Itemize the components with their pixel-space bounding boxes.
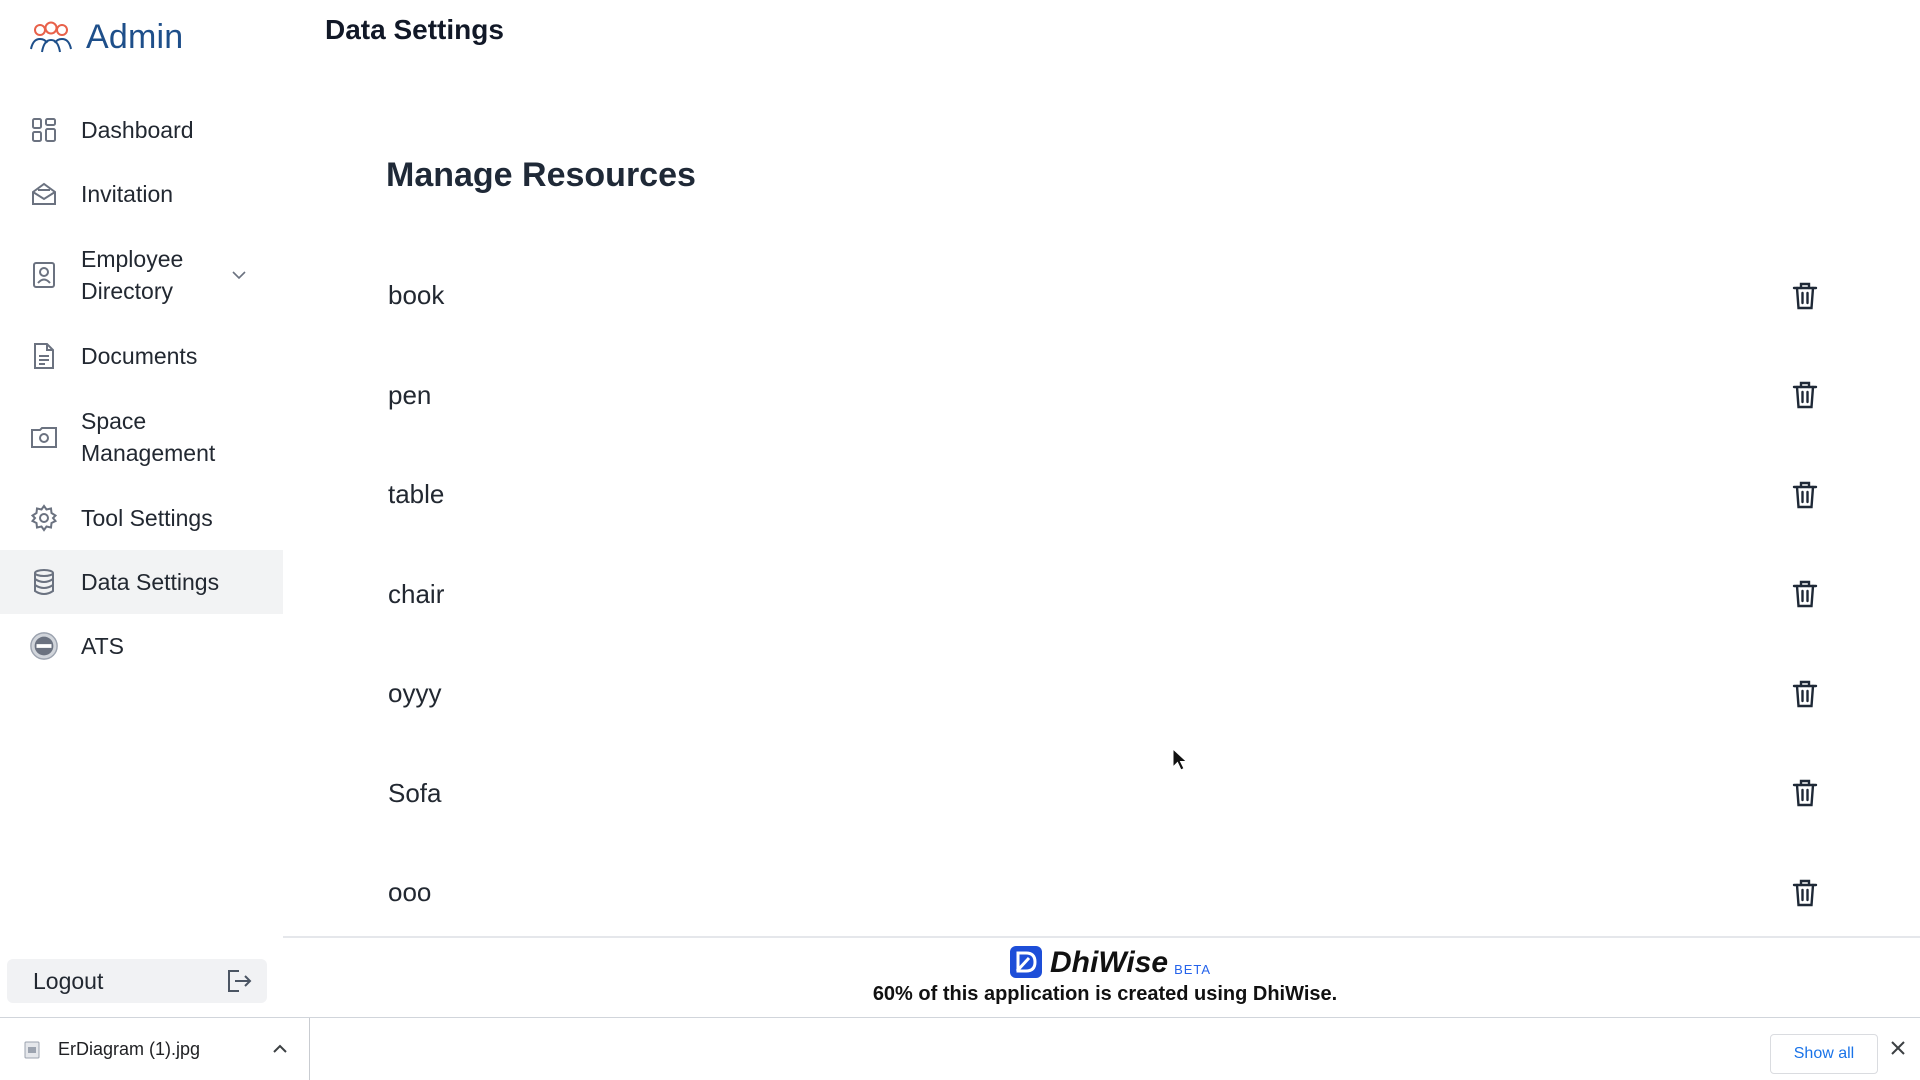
sidebar-item-tool-settings[interactable]: Tool Settings [0,486,283,550]
resource-row: oyyy [388,644,1828,744]
sidebar-nav: Dashboard Invitation Employee Directory … [0,98,283,678]
resource-row: book [388,246,1828,346]
sidebar-item-employee-directory[interactable]: Employee Directory [0,226,283,324]
dhiwise-logo-icon [1010,946,1042,978]
resource-name: Sofa [388,777,442,808]
sidebar-item-label: ATS [81,633,125,659]
sidebar-item-data-settings[interactable]: Data Settings [0,550,283,614]
beta-badge: BETA [1174,962,1212,977]
trash-icon[interactable] [1790,280,1820,312]
resource-row: Sofa [388,744,1828,844]
trash-icon[interactable] [1790,479,1820,511]
resource-row: ooo [388,843,1828,943]
footer-divider [283,936,1920,938]
section-title: Manage Resources [386,156,696,194]
page-title: Data Settings [325,14,504,45]
sidebar-item-label: Tool Settings [81,505,213,531]
resource-row: table [388,445,1828,545]
resource-name: ooo [388,877,432,908]
resource-name: pen [388,379,432,410]
envelope-open-icon [29,179,59,209]
brand[interactable]: Admin [28,18,183,57]
trash-icon[interactable] [1790,578,1820,610]
sidebar-item-ats[interactable]: ATS [0,614,283,678]
sidebar-item-invitation[interactable]: Invitation [0,162,283,226]
document-icon [29,341,59,371]
sidebar-item-label: Space Management [81,408,216,466]
sidebar: Admin Dashboard Invitation Employee Dire… [0,0,283,1017]
grid-icon [29,115,59,145]
image-file-icon [24,1041,40,1058]
resource-name: table [388,479,445,510]
id-badge-icon [29,260,59,290]
sidebar-item-label: Invitation [81,181,174,207]
close-icon[interactable] [1890,1040,1906,1061]
show-all-button[interactable]: Show all [1770,1034,1878,1074]
chevron-down-icon[interactable] [232,266,246,284]
resource-name: chair [388,578,445,609]
mouse-cursor-icon [1172,748,1188,771]
sidebar-item-label: Documents [81,343,198,369]
trash-icon[interactable] [1790,379,1820,411]
chevron-up-icon[interactable] [273,1040,287,1058]
sidebar-item-documents[interactable]: Documents [0,324,283,388]
sidebar-item-label: Dashboard [81,117,194,143]
resource-name: book [388,280,445,311]
resource-row: chair [388,545,1828,645]
sidebar-item-label: Employee Directory [81,246,184,304]
trash-icon[interactable] [1790,678,1820,710]
camera-folder-icon [29,422,59,452]
footer-note: 60% of this application is created using… [872,983,1338,1005]
dhiwise-name: DhiWise [1050,946,1169,979]
download-item[interactable]: ErDiagram (1).jpg [0,1018,310,1080]
trash-icon[interactable] [1790,877,1820,909]
sidebar-item-label: Data Settings [81,569,220,595]
brand-name: Admin [86,18,184,56]
gear-icon [29,503,59,533]
users-group-icon [30,21,72,52]
dhiwise-brand: DhiWise BETA [1008,944,1211,980]
vote-badge-icon [29,631,59,661]
sidebar-item-dashboard[interactable]: Dashboard [0,98,283,162]
resource-name: oyyy [388,678,442,709]
database-icon [29,567,59,597]
download-file-name: ErDiagram (1).jpg [58,1039,201,1059]
resource-list: book pen table chair oyyy Sofa ooo [388,246,1828,943]
resource-row: pen [388,346,1828,446]
download-bar: ErDiagram (1).jpg Show all [0,1017,1920,1080]
trash-icon[interactable] [1790,777,1820,809]
sidebar-item-space-management[interactable]: Space Management [0,388,283,486]
